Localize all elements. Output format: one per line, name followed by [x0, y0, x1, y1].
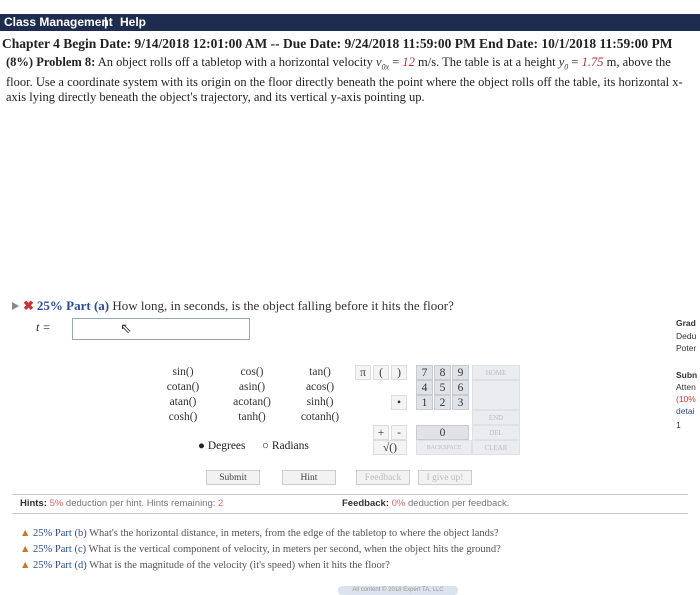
- problem-number: (8%) Problem 8:: [6, 55, 96, 69]
- problem-statement: (8%) Problem 8: An object rolls off a ta…: [6, 55, 683, 104]
- acotan-key[interactable]: acotan(): [224, 395, 280, 410]
- asin-key[interactable]: asin(): [224, 380, 280, 395]
- radians-option[interactable]: ○ Radians: [262, 440, 309, 452]
- sin-key[interactable]: sin(): [160, 365, 206, 380]
- left-paren-key[interactable]: (: [373, 365, 389, 380]
- hints-feedback-bar: Hints: 5% deduction per hint. Hints rema…: [12, 494, 688, 514]
- tanh-key[interactable]: tanh(): [224, 410, 280, 425]
- right-paren-key[interactable]: ): [391, 365, 407, 380]
- hint-button[interactable]: Hint: [282, 470, 336, 485]
- attempt-count: 1: [676, 420, 681, 430]
- cosh-key[interactable]: cosh(): [160, 410, 206, 425]
- digit-4-key[interactable]: 4: [416, 380, 433, 395]
- sinh-key[interactable]: sinh(): [292, 395, 348, 410]
- warning-icon: ▲: [20, 560, 31, 571]
- feedback-button[interactable]: Feedback: [356, 470, 410, 485]
- sqrt-key[interactable]: √(): [373, 440, 407, 455]
- digit-2-key[interactable]: 2: [434, 395, 451, 410]
- class-management-link[interactable]: Class Management: [4, 14, 113, 31]
- end-key[interactable]: END: [472, 410, 520, 425]
- attempt-percent: (10%: [676, 394, 696, 404]
- cotan-key[interactable]: cotan(): [160, 380, 206, 395]
- digit-0-key[interactable]: 0: [416, 425, 469, 440]
- cotanh-key[interactable]: cotanh(): [292, 410, 348, 425]
- atan-key[interactable]: atan(): [160, 395, 206, 410]
- mouse-cursor-icon: ⇖: [120, 322, 132, 337]
- digit-3-key[interactable]: 3: [452, 395, 469, 410]
- part-d-item[interactable]: ▲ 25% Part (d) What is the magnitude of …: [20, 560, 390, 571]
- part-a-percent: 25% Part (a): [36, 298, 110, 313]
- digit-6-key[interactable]: 6: [452, 380, 469, 395]
- part-b-item[interactable]: ▲ 25% Part (b) What's the horizontal dis…: [20, 528, 499, 539]
- problem-text: An object rolls off a tabletop with a ho…: [95, 55, 376, 69]
- digit-8-key[interactable]: 8: [434, 365, 451, 380]
- nav-separator: |: [104, 15, 108, 29]
- height-var: y0: [558, 55, 569, 72]
- digit-5-key[interactable]: 5: [434, 380, 451, 395]
- calculator-keypad: sin() cotan() atan() cosh() cos() asin()…: [160, 362, 522, 456]
- dot-key[interactable]: •: [391, 395, 407, 410]
- answer-input[interactable]: [72, 318, 250, 340]
- plus-key[interactable]: +: [373, 425, 389, 440]
- copyright-footer: All content © 2018 Expert TA, LLC: [338, 586, 458, 595]
- help-link[interactable]: Help: [120, 14, 146, 31]
- answer-label: t =: [36, 320, 51, 334]
- top-nav: Class Management | Help: [0, 14, 700, 31]
- part-a-question: How long, in seconds, is the object fall…: [112, 298, 454, 313]
- submissions-label: Subn: [676, 370, 698, 380]
- hints-info: Hints: 5% deduction per hint. Hints rema…: [20, 498, 224, 509]
- height-value: 1.75: [581, 55, 604, 69]
- degrees-option[interactable]: ● Degrees: [198, 440, 246, 452]
- blank-key: [472, 380, 520, 410]
- expand-arrow-icon[interactable]: [12, 302, 19, 310]
- warning-icon: ▲: [20, 528, 31, 539]
- velocity-var: v0x: [375, 55, 390, 72]
- digit-9-key[interactable]: 9: [452, 365, 469, 380]
- deductions-label: Dedu: [676, 331, 697, 341]
- clear-key[interactable]: CLEAR: [472, 440, 520, 455]
- assignment-dates: Chapter 4 Begin Date: 9/14/2018 12:01:00…: [2, 36, 673, 51]
- part-a-heading: ✖ 25% Part (a) How long, in seconds, is t…: [12, 298, 454, 314]
- potential-label: Poter: [676, 343, 697, 353]
- give-up-button[interactable]: I give up!: [418, 470, 472, 485]
- warning-icon: ▲: [20, 544, 31, 555]
- part-c-item[interactable]: ▲ 25% Part (c) What is the vertical comp…: [20, 544, 501, 555]
- minus-key[interactable]: -: [391, 425, 407, 440]
- acos-key[interactable]: acos(): [292, 380, 348, 395]
- velocity-value: 12: [402, 55, 415, 69]
- del-key[interactable]: DEL: [472, 425, 520, 440]
- detail-link[interactable]: detai: [676, 406, 694, 416]
- backspace-key[interactable]: BACKSPACE: [416, 440, 472, 455]
- figure-area: [6, 112, 692, 292]
- grade-summary-label: Grad: [676, 318, 696, 328]
- digit-1-key[interactable]: 1: [416, 395, 433, 410]
- home-key[interactable]: HOME: [472, 365, 520, 380]
- cos-key[interactable]: cos(): [224, 365, 280, 380]
- submit-button[interactable]: Submit: [206, 470, 260, 485]
- incorrect-icon: ✖: [23, 298, 34, 313]
- pi-key[interactable]: π: [355, 365, 371, 380]
- attempts-label: Atten: [676, 382, 696, 392]
- tan-key[interactable]: tan(): [292, 365, 348, 380]
- digit-7-key[interactable]: 7: [416, 365, 433, 380]
- feedback-info: Feedback: 0% deduction per feedback.: [342, 498, 510, 509]
